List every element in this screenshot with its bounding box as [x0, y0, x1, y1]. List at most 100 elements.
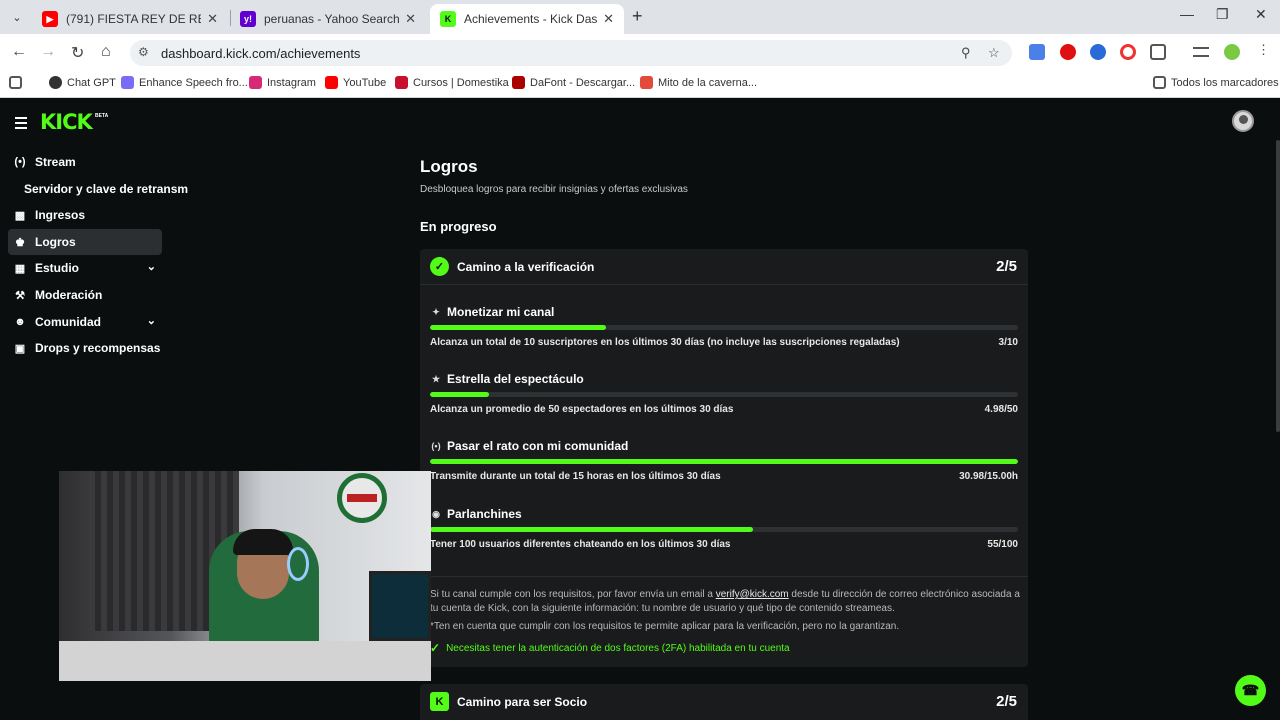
tab-title: Achievements - Kick Dashboard [464, 12, 598, 26]
translate-extension-icon[interactable] [1029, 44, 1045, 60]
chevron-down-icon[interactable]: ⌄ [147, 314, 156, 327]
bookmark-label: Enhance Speech fro... [139, 76, 248, 89]
menu-icon[interactable] [15, 117, 27, 132]
youtube-icon: ▶ [42, 11, 58, 27]
kick-logo[interactable]: KICK [40, 110, 93, 134]
sidebar-item-label: Logros [35, 235, 76, 249]
browser-tab[interactable]: y! peruanas - Yahoo Search Result ✕ [230, 4, 426, 34]
task-progress-bar [430, 392, 1018, 397]
sidebar-item-estudio[interactable]: ▦ Estudio ⌄ [8, 255, 162, 281]
bookmark-label: Chat GPT [67, 76, 116, 89]
webcam-monitor [369, 571, 431, 641]
achievement-card-partner: K Camino para ser Socio 2/5 [420, 684, 1028, 720]
youtube-icon [325, 76, 338, 89]
bookmark-item[interactable]: Enhance Speech fro... [121, 76, 248, 89]
sidebar-item-stream[interactable]: (•) Stream [8, 149, 162, 175]
task-progress-bar [430, 527, 1018, 532]
profile-icon[interactable] [1224, 44, 1240, 60]
task-progress-fill [430, 392, 489, 397]
task-title: Estrella del espectáculo [447, 372, 584, 386]
verification-note: *Ten en cuenta que cumplir con los requi… [430, 621, 900, 632]
close-tab-icon[interactable]: ✕ [207, 11, 218, 27]
back-icon[interactable]: ← [11, 43, 27, 61]
section-heading: En progreso [420, 219, 497, 234]
beta-badge: BETA [95, 113, 109, 119]
grid-icon: ▦ [14, 262, 26, 275]
zoom-icon[interactable]: ⚲ [961, 45, 971, 61]
webcam-person-hair [233, 529, 293, 555]
bookmark-label: DaFont - Descargar... [530, 76, 636, 89]
bookmark-label: Cursos | Domestika [413, 76, 509, 89]
sidebar-item-logros[interactable]: ♚ Logros [8, 229, 162, 255]
kick-icon: K [440, 11, 456, 27]
address-bar[interactable]: ⚙ dashboard.kick.com/achievements ⚲ ☆ [130, 40, 1012, 66]
sidebar-item-stream-key[interactable]: Servidor y clave de retransm [24, 182, 188, 196]
close-window-icon[interactable]: ✕ [1255, 6, 1267, 23]
extensions-puzzle-icon[interactable] [1150, 44, 1166, 60]
sidebar-item-drops[interactable]: ▣ Drops y recompensas [8, 335, 162, 361]
user-avatar[interactable] [1232, 110, 1254, 132]
webcam-overlay [59, 471, 431, 681]
webcam-desk [59, 641, 431, 681]
task-title: Monetizar mi canal [447, 305, 555, 319]
task-progress-fill [430, 325, 607, 330]
bookmark-item[interactable]: Mito de la caverna... [640, 76, 757, 89]
bookmark-item[interactable]: YouTube [325, 76, 386, 89]
apps-grid-icon[interactable] [9, 76, 27, 89]
bookmark-item[interactable]: Instagram [249, 76, 316, 89]
page-title: Logros [420, 157, 478, 176]
trophy-icon: ♚ [15, 236, 25, 249]
verified-badge-icon: ✓ [430, 257, 449, 276]
support-chat-icon[interactable]: ☎ [1235, 675, 1266, 706]
dafont-icon [512, 76, 525, 89]
bookmark-label: YouTube [343, 76, 387, 89]
task-item: ✦ Monetizar mi canal Alcanza un total de … [430, 305, 1018, 365]
task-item: ◉ Parlanchines Tener 100 usuarios diferen… [430, 507, 1018, 567]
task-description: Alcanza un promedio de 50 espectadores e… [430, 404, 734, 415]
extension-icon[interactable] [1090, 44, 1106, 60]
bookmark-star-icon[interactable]: ☆ [988, 45, 1000, 61]
sidebar-item-label: Moderación [35, 288, 103, 302]
browser-tab-active[interactable]: K Achievements - Kick Dashboard ✕ [430, 4, 624, 34]
sidebar-item-label: Ingresos [35, 208, 86, 222]
sidebar-item-label: Stream [35, 155, 76, 169]
all-bookmarks-label: Todos los marcadores [1171, 76, 1279, 89]
opera-extension-icon[interactable] [1060, 44, 1076, 60]
forward-icon[interactable]: → [40, 43, 56, 61]
bookmark-item[interactable]: DaFont - Descargar... [512, 76, 635, 89]
record-extension-icon[interactable] [1120, 44, 1136, 60]
card-title: Camino para ser Socio [457, 695, 588, 709]
all-bookmarks-folder[interactable]: Todos los marcadores [1153, 76, 1279, 89]
info-text: Si tu canal cumple con los requisitos, p… [430, 589, 716, 600]
task-progress-bar [430, 325, 1018, 330]
email-link[interactable]: verify@kick.com [716, 589, 789, 600]
reload-icon[interactable]: ↻ [71, 43, 84, 63]
sidebar-item-moderacion[interactable]: ⚒ Moderación [8, 282, 162, 308]
browser-menu-icon[interactable]: ⋮ [1257, 42, 1270, 58]
card-header[interactable]: ✓ Camino a la verificación 2/5 [420, 249, 1028, 285]
close-tab-icon[interactable]: ✕ [603, 11, 614, 27]
chart-icon: ▩ [14, 209, 26, 222]
restore-icon[interactable]: ❐ [1216, 6, 1229, 23]
sidebar-item-label: Estudio [35, 261, 79, 275]
bookmark-item[interactable]: Chat GPT [49, 76, 116, 89]
sidebar-item-ingresos[interactable]: ▩ Ingresos [8, 202, 162, 228]
site-info-icon[interactable]: ⚙ [138, 45, 149, 59]
bookmark-item[interactable]: Cursos | Domestika [395, 76, 509, 89]
minimize-icon[interactable]: — [1180, 6, 1194, 22]
page-scrollbar[interactable] [1276, 140, 1280, 432]
card-count: 2/5 [996, 258, 1017, 275]
card-header[interactable]: K Camino para ser Socio 2/5 [420, 684, 1028, 720]
browser-tab[interactable]: ▶ (791) FIESTA REY DE REYES | EL ✕ [32, 4, 228, 34]
star-users-icon: ★ [431, 373, 441, 384]
website-icon [640, 76, 653, 89]
close-tab-icon[interactable]: ✕ [405, 11, 416, 27]
sidebar-item-label: Comunidad [35, 315, 101, 329]
sidebar-item-comunidad[interactable]: ☻ Comunidad ⌄ [8, 309, 162, 335]
media-control-icon[interactable] [1193, 47, 1209, 57]
chevron-down-icon[interactable]: ⌄ [147, 260, 156, 273]
tab-search-chevron-icon[interactable]: ⌄ [6, 6, 28, 28]
sparkle-icon: ✦ [432, 306, 440, 317]
new-tab-icon[interactable]: + [632, 6, 643, 27]
home-icon[interactable]: ⌂ [101, 43, 111, 61]
